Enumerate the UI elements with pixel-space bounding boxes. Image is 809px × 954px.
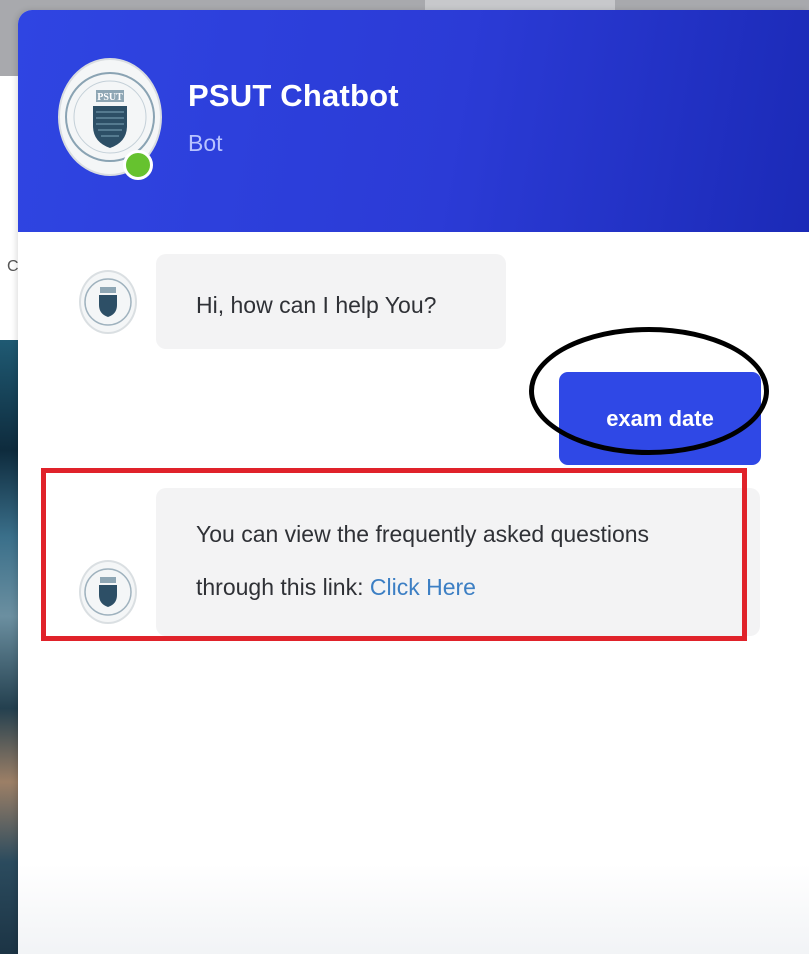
- bot-message-text-line2: through this link: Click Here: [196, 561, 760, 614]
- bot-message-text-prefix: through this link:: [196, 574, 370, 600]
- background-partial-text: C: [7, 258, 19, 275]
- user-message: exam date: [559, 372, 761, 465]
- svg-text:PSUT: PSUT: [97, 92, 123, 103]
- background-image-strip: [0, 340, 20, 954]
- chatbot-title: PSUT Chatbot: [188, 78, 399, 113]
- chat-header: PSUT PSUT Chatbot Bot: [18, 10, 809, 232]
- bot-message: Hi, how can I help You?: [156, 254, 506, 349]
- bot-message: You can view the frequently asked questi…: [156, 488, 760, 636]
- message-list-fade: [18, 864, 809, 954]
- bot-avatar-icon: [79, 560, 137, 624]
- message-list: Hi, how can I help You? exam date You ca…: [18, 232, 809, 954]
- online-status-dot: [123, 150, 153, 180]
- bot-avatar-icon: [79, 270, 137, 334]
- bot-message-text: Hi, how can I help You?: [196, 292, 437, 318]
- chatbot-subtitle: Bot: [188, 130, 223, 156]
- faq-link[interactable]: Click Here: [370, 574, 476, 600]
- bot-message-text-line1: You can view the frequently asked questi…: [196, 521, 650, 547]
- user-message-text: exam date: [606, 405, 714, 431]
- chat-widget: PSUT PSUT Chatbot Bot Hi, how can I help…: [18, 10, 809, 954]
